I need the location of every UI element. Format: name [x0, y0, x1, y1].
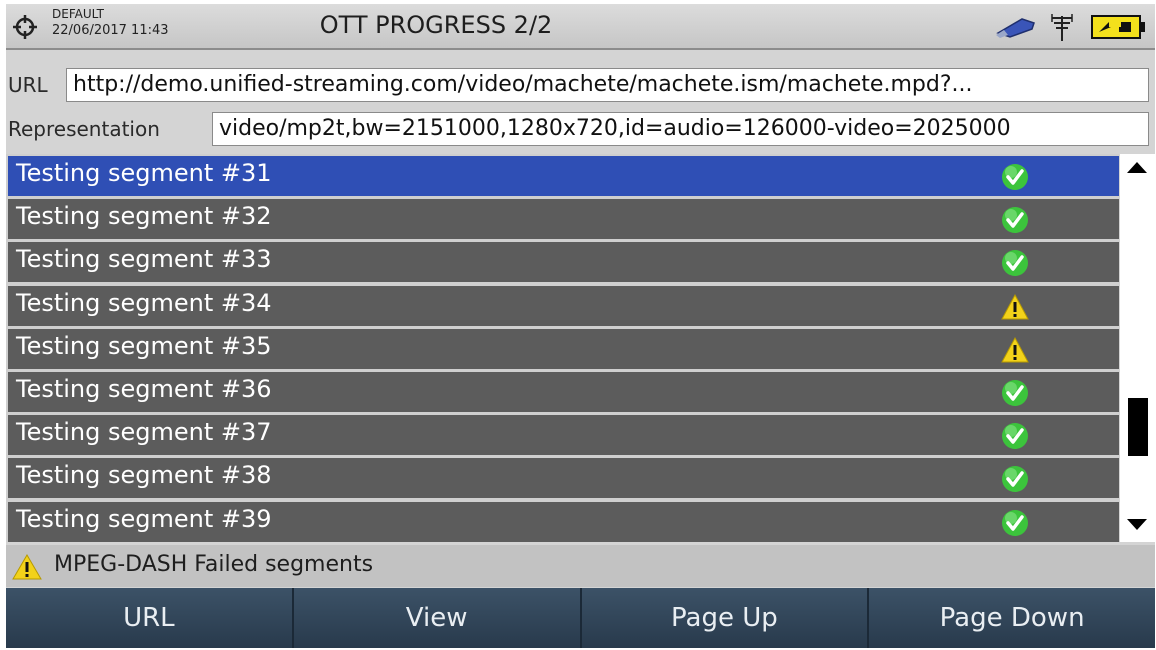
segment-row[interactable]: Testing segment #36: [8, 372, 1119, 412]
check-ok-icon: [1002, 423, 1028, 449]
check-ok-icon: [1002, 380, 1028, 406]
segment-row[interactable]: Testing segment #31: [8, 156, 1119, 196]
segment-label: Testing segment #35: [16, 332, 272, 360]
segment-row[interactable]: Testing segment #38: [8, 458, 1119, 498]
warning-icon: [12, 554, 42, 580]
url-field[interactable]: http://demo.unified-streaming.com/video/…: [66, 68, 1149, 102]
segment-label: Testing segment #37: [16, 418, 272, 446]
segment-label: Testing segment #31: [16, 159, 272, 187]
url-label: URL: [8, 73, 48, 97]
header-bar: DEFAULT 22/06/2017 11:43 OTT PROGRESS 2/…: [6, 4, 1155, 50]
softkey-bar: URL View Page Up Page Down: [6, 588, 1155, 648]
segment-list: Testing segment #31 Testing segment #32 Te…: [6, 154, 1119, 542]
scrollbar[interactable]: [1120, 154, 1155, 542]
segment-row[interactable]: Testing segment #32: [8, 199, 1119, 239]
usb-icon: [996, 18, 1035, 38]
check-ok-icon: [1002, 250, 1028, 276]
check-ok-icon: [1002, 466, 1028, 492]
segment-label: Testing segment #38: [16, 461, 272, 489]
segment-row[interactable]: Testing segment #35: [8, 329, 1119, 369]
warning-icon: [1001, 336, 1029, 363]
representation-label: Representation: [8, 117, 160, 141]
check-ok-icon: [1002, 164, 1028, 190]
check-ok-icon: [1002, 207, 1028, 233]
page-up-softkey[interactable]: Page Up: [581, 588, 870, 648]
segment-row[interactable]: Testing segment #34: [8, 286, 1119, 326]
status-bar: MPEG-DASH Failed segments: [6, 545, 1155, 587]
segment-row[interactable]: Testing segment #39: [8, 502, 1119, 542]
url-softkey[interactable]: URL: [6, 588, 294, 648]
segment-label: Testing segment #34: [16, 289, 272, 317]
segment-label: Testing segment #32: [16, 202, 272, 230]
segment-label: Testing segment #39: [16, 505, 272, 533]
antenna-icon: [1051, 14, 1073, 41]
warning-icon: [1001, 293, 1029, 320]
segment-row[interactable]: Testing segment #37: [8, 415, 1119, 455]
page-down-softkey[interactable]: Page Down: [869, 588, 1155, 648]
scroll-up-arrow-icon[interactable]: [1126, 160, 1148, 174]
representation-field[interactable]: video/mp2t,bw=2151000,1280x720,id=audio=…: [212, 112, 1149, 146]
segment-row[interactable]: Testing segment #33: [8, 242, 1119, 282]
check-ok-icon: [1002, 510, 1028, 536]
scroll-down-arrow-icon[interactable]: [1126, 518, 1148, 532]
page-title: OTT PROGRESS 2/2: [319, 11, 553, 39]
scroll-thumb[interactable]: [1128, 398, 1148, 456]
view-softkey[interactable]: View: [293, 588, 582, 648]
status-message: MPEG-DASH Failed segments: [54, 552, 374, 577]
segment-label: Testing segment #33: [16, 245, 272, 273]
segment-label: Testing segment #36: [16, 375, 272, 403]
device-screen: DEFAULT 22/06/2017 11:43 OTT PROGRESS 2/…: [6, 4, 1155, 648]
battery-charging-icon: [1091, 15, 1145, 39]
